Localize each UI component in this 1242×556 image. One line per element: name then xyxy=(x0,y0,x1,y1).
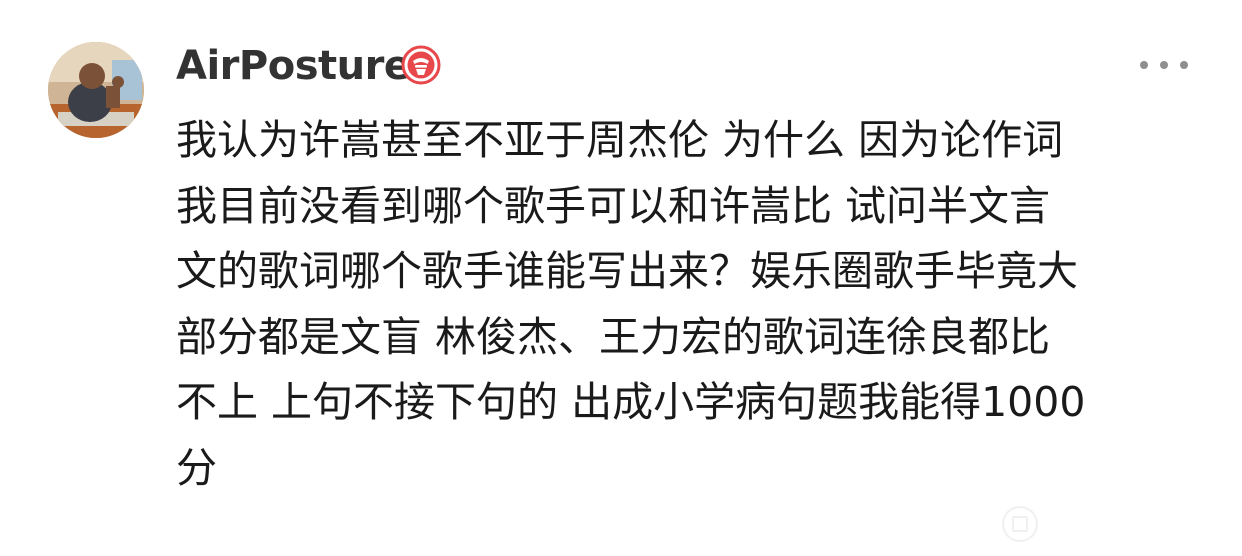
comment-line: 我目前没看到哪个歌手可以和许嵩比 试问半文言 xyxy=(176,181,1051,230)
watermark-icon xyxy=(1002,506,1038,542)
more-dot xyxy=(1180,61,1188,69)
verified-badge-icon xyxy=(401,45,441,85)
more-dot xyxy=(1160,61,1168,69)
more-dot xyxy=(1140,61,1148,69)
comment-line: 文的歌词哪个歌手谁能写出来？娱乐圈歌手毕竟大 xyxy=(176,247,1078,295)
comment-line: 不上 上句不接下句的 出成小学病句题我能得1000 xyxy=(176,378,1086,426)
avatar-photo xyxy=(48,42,144,138)
comment-line: 我认为许嵩甚至不亚于周杰伦 为什么 因为论作词 xyxy=(176,116,1064,164)
comment-line: 分 xyxy=(176,443,217,492)
avatar[interactable] xyxy=(48,42,144,138)
comment-line: 部分都是文盲 林俊杰、王力宏的歌词连徐良都比 xyxy=(176,312,1051,361)
more-options-button[interactable] xyxy=(1140,52,1188,78)
comment-text: 我认为许嵩甚至不亚于周杰伦 为什么 因为论作词 我目前没看到哪个歌手可以和许嵩比… xyxy=(176,108,1196,501)
username[interactable]: AirPosture xyxy=(176,40,411,92)
